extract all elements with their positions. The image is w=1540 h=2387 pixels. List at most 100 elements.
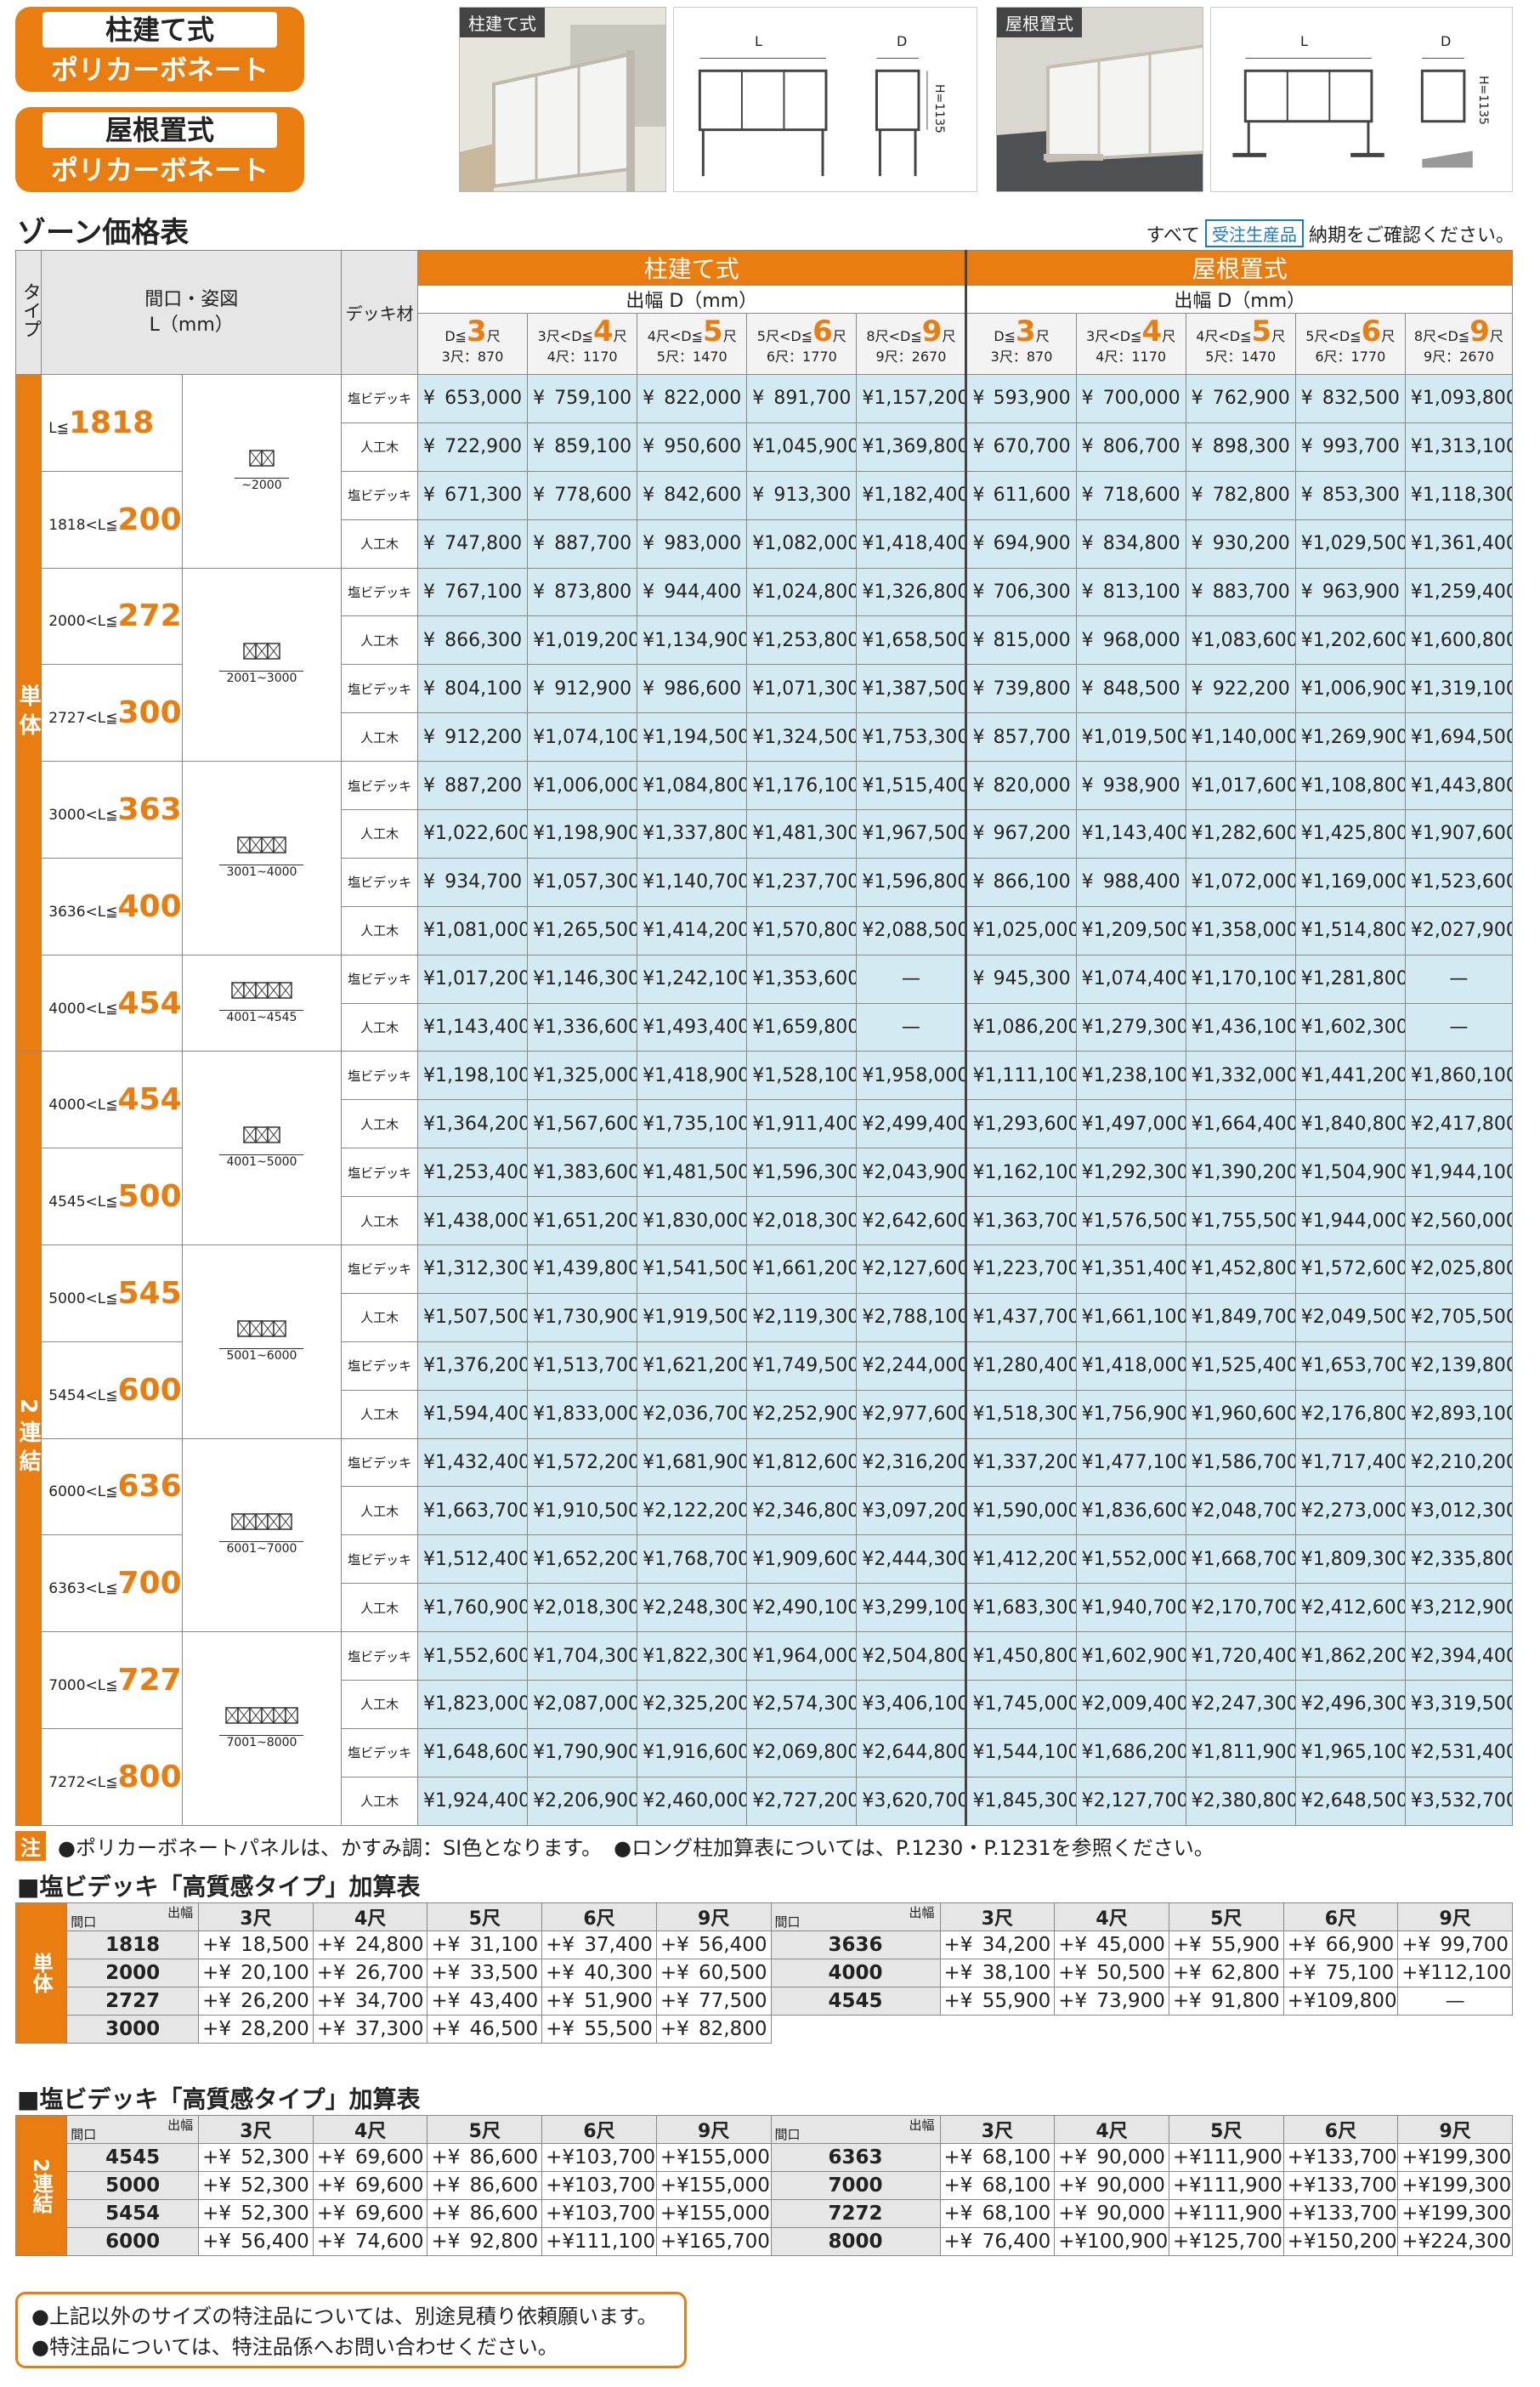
addon-col-header: 4尺 <box>1054 2115 1169 2144</box>
yen-sign: ¥ <box>1300 485 1313 507</box>
roof-price-cell: ¥1,602,900 <box>1075 1631 1186 1681</box>
price-value: 1,916,600 <box>654 1742 747 1764</box>
yen-sign: ¥ <box>752 1017 765 1039</box>
price-value: 2,244,000 <box>874 1355 966 1377</box>
addon-amount: 55,900 <box>1211 1934 1280 1956</box>
yen-sign: ¥ <box>752 871 765 893</box>
post-price-cell: ¥986,600 <box>637 664 748 714</box>
price-value: 1,045,900 <box>764 436 857 458</box>
deck-material: 塩ビデッキ <box>341 567 418 617</box>
yen-sign: ¥ <box>1081 1548 1094 1570</box>
yen-sign: ¥ <box>1300 436 1313 458</box>
plus-yen: +¥ <box>316 1990 346 2012</box>
size-max: 7272 <box>117 1663 182 1698</box>
yen-sign: ¥ <box>1191 871 1203 893</box>
roof-price-cell: — <box>1404 1002 1514 1052</box>
addon-amount: 74,600 <box>354 2231 424 2253</box>
price-value: 706,300 <box>993 581 1071 603</box>
yen-sign: ¥ <box>1410 629 1423 651</box>
depth-unit: 尺 <box>832 327 846 344</box>
depth-col-5-shaku: 4尺<D≦5尺 5尺：1470 <box>1185 313 1296 375</box>
depth-number: 9 <box>921 314 943 349</box>
addon-value: +¥ 133,700 <box>1282 2171 1399 2200</box>
yen-sign: ¥ <box>643 1645 655 1667</box>
post-price-cell: ¥1,242,100 <box>637 954 748 1004</box>
size-range: 3636<L≦4000 <box>41 857 183 955</box>
price-value: 1,596,300 <box>764 1161 857 1183</box>
post-price-cell: ¥1,919,500 <box>637 1292 748 1342</box>
yen-sign: ¥ <box>752 1064 765 1086</box>
yen-sign: ¥ <box>752 485 765 507</box>
addon-width: 4000 <box>770 1959 941 1987</box>
price-value: 1,664,400 <box>1203 1113 1296 1135</box>
roof-price-cell: ¥3,532,700 <box>1404 1776 1514 1826</box>
yen-sign: ¥ <box>422 1596 435 1619</box>
size-max: 3636 <box>117 792 182 828</box>
post-price-cell: ¥913,300 <box>746 470 858 520</box>
size-range: 7000<L≦7272 <box>41 1631 183 1729</box>
yen-sign: ¥ <box>1191 1258 1203 1280</box>
price-value: 1,653,700 <box>1312 1355 1406 1377</box>
depth-range: 8尺<D≦9尺 <box>858 317 965 347</box>
roof-price-cell: ¥718,600 <box>1075 470 1186 520</box>
yen-sign: ¥ <box>643 1307 655 1329</box>
plus-yen: +¥ <box>202 2146 231 2169</box>
roof-price-cell: ¥1,363,700 <box>965 1196 1077 1246</box>
yen-sign: ¥ <box>1081 823 1094 845</box>
addon-amount: — <box>1445 1990 1465 2012</box>
yen-sign: ¥ <box>972 1403 985 1426</box>
price-value: 834,800 <box>1102 533 1180 555</box>
yen-sign: ¥ <box>752 1113 765 1135</box>
deck-material: 人工木 <box>341 1196 418 1246</box>
addon-amount: 99,700 <box>1440 1934 1509 1956</box>
plus-yen: +¥ <box>1172 2231 1202 2253</box>
price-value: 2,088,500 <box>874 920 966 942</box>
yen-sign: ¥ <box>422 1500 435 1522</box>
depth-unit: 尺 <box>1035 327 1050 344</box>
corner-depth: 出幅 <box>167 1905 194 1920</box>
yen-sign: ¥ <box>1081 485 1094 507</box>
yen-sign: ¥ <box>1410 678 1423 700</box>
price-value: 1,162,100 <box>984 1161 1077 1183</box>
addon-value: +¥ 69,600 <box>312 2199 428 2228</box>
price-value: 883,700 <box>1212 581 1290 603</box>
roof-price-cell: ¥1,717,400 <box>1294 1437 1406 1488</box>
figure-range: 7001~8000 <box>219 1734 304 1749</box>
post-price-cell: ¥2,316,200 <box>856 1437 967 1488</box>
post-price-cell: ¥1,753,300 <box>856 712 967 763</box>
roof-price-cell: ¥968,000 <box>1075 615 1186 666</box>
price-value: 1,237,700 <box>764 871 857 893</box>
corner-width: 間口 <box>71 2127 97 2142</box>
depth-col-9-shaku: 8尺<D≦9尺 9尺：2670 <box>1404 313 1514 375</box>
post-price-cell: ¥1,140,700 <box>637 857 748 907</box>
yen-sign: ¥ <box>1300 1500 1313 1522</box>
yen-sign: ¥ <box>533 388 546 410</box>
price-value: 1,651,200 <box>545 1210 637 1232</box>
plus-yen: +¥ <box>660 1934 689 1956</box>
plus-yen: +¥ <box>1401 2203 1431 2225</box>
addon-amount: 69,600 <box>354 2174 424 2197</box>
post-price-cell: ¥2,644,800 <box>856 1727 967 1777</box>
addon-value: +¥ 91,800 <box>1168 1987 1284 2016</box>
yen-sign: ¥ <box>1191 1113 1203 1135</box>
size-max: 4545 <box>117 985 182 1021</box>
post-price-cell: ¥1,911,400 <box>746 1099 858 1149</box>
yen-sign: ¥ <box>1081 581 1094 603</box>
yen-sign: ¥ <box>1410 1500 1423 1522</box>
depth-prefix: 4尺<D≦ <box>647 327 704 344</box>
roof-price-cell: ¥813,100 <box>1075 567 1186 617</box>
post-price-cell: ¥1,661,200 <box>746 1245 858 1294</box>
addon-amount: 56,400 <box>241 2231 309 2253</box>
deck-material: 人工木 <box>341 1002 418 1052</box>
addon-header-row: 2連結 出幅 間口 3尺 4尺 5尺 6尺 9尺 出幅 間口 3尺 4尺 5尺 6尺 9尺 <box>14 2115 1513 2256</box>
order-note-suffix: 納期をご確認ください。 <box>1308 224 1515 247</box>
addon-value: +¥ 24,800 <box>312 1931 428 1959</box>
yen-sign: ¥ <box>1410 1452 1423 1474</box>
size-range: L≦1818 <box>41 374 183 472</box>
yen-sign: ¥ <box>533 1645 546 1667</box>
roof-price-cell: ¥1,332,000 <box>1185 1051 1296 1101</box>
addon-amount: 68,100 <box>982 2203 1051 2225</box>
addon-amount: 68,100 <box>982 2146 1051 2169</box>
roof-price-cell: ¥993,700 <box>1294 422 1406 472</box>
addon-amount: 92,800 <box>469 2231 539 2253</box>
